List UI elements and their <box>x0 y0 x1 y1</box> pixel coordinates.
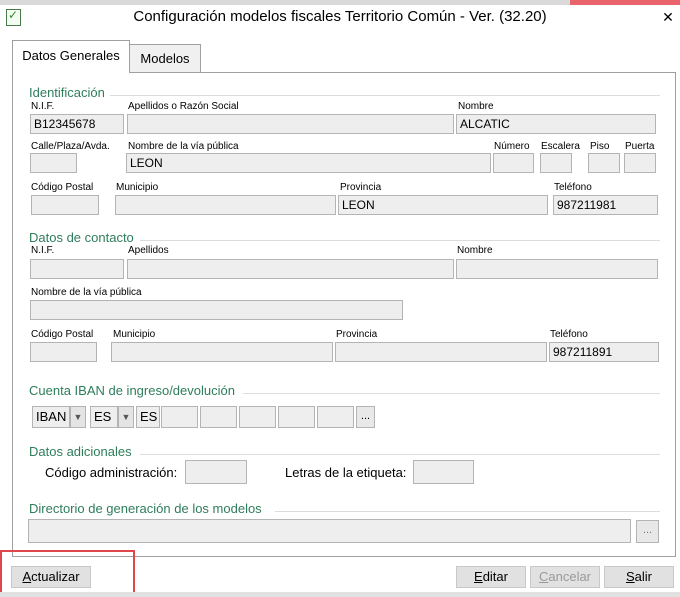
divider <box>140 454 660 455</box>
section-iban: Cuenta IBAN de ingreso/devolución <box>29 383 235 398</box>
codigo-admin-label: Código administración: <box>45 465 178 480</box>
nif-field[interactable]: B12345678 <box>30 114 124 134</box>
cp-field[interactable] <box>31 195 99 215</box>
section-contacto: Datos de contacto <box>29 230 134 245</box>
section-directorio: Directorio de generación de los modelos <box>29 501 262 516</box>
piso-label: Piso <box>590 141 610 152</box>
divider <box>243 393 660 394</box>
municipio-label: Municipio <box>116 182 159 193</box>
iban-country-dropdown-icon[interactable]: ▼ <box>118 406 134 428</box>
contacto-provincia-field[interactable] <box>335 342 547 362</box>
iban-more-button[interactable]: ... <box>356 406 375 428</box>
nif-label: N.I.F. <box>31 101 55 112</box>
escalera-label: Escalera <box>541 141 580 152</box>
telefono-field[interactable]: 987211981 <box>553 195 658 215</box>
directorio-field[interactable] <box>28 519 631 543</box>
municipio-field[interactable] <box>115 195 336 215</box>
bottom-strip <box>0 592 680 597</box>
piso-field[interactable] <box>588 153 620 173</box>
section-identificacion: Identificación <box>29 85 105 100</box>
numero-field[interactable] <box>493 153 534 173</box>
tab-modelos[interactable]: Modelos <box>129 44 201 73</box>
provincia-field[interactable]: LEON <box>338 195 548 215</box>
salir-mnemonic: S <box>625 569 635 584</box>
divider <box>275 511 660 512</box>
contacto-apellidos-field[interactable] <box>127 259 454 279</box>
iban-block-1[interactable] <box>161 406 198 428</box>
nombre-label: Nombre <box>458 101 494 112</box>
editar-button[interactable]: Editar <box>456 566 526 588</box>
directorio-browse-button[interactable]: ... <box>636 520 659 543</box>
contacto-municipio-label: Municipio <box>113 329 156 340</box>
tab-datos-generales[interactable]: Datos Generales <box>12 40 130 73</box>
divider <box>110 95 660 96</box>
apellidos-field[interactable] <box>127 114 454 134</box>
cancelar-label: ancelar <box>548 569 592 584</box>
contacto-provincia-label: Provincia <box>336 329 378 340</box>
title-bar: Configuración modelos fiscales Territori… <box>0 5 680 30</box>
section-adicionales: Datos adicionales <box>29 444 132 459</box>
calle-field[interactable] <box>30 153 77 173</box>
via-field[interactable]: LEON <box>126 153 491 173</box>
contacto-cp-label: Código Postal <box>31 329 94 340</box>
salir-label: alir <box>634 569 652 584</box>
cancelar-button[interactable]: Cancelar <box>530 566 600 588</box>
contacto-via-label: Nombre de la vía pública <box>31 287 142 298</box>
contacto-municipio-field[interactable] <box>111 342 333 362</box>
cp-label: Código Postal <box>31 182 94 193</box>
escalera-field[interactable] <box>540 153 572 173</box>
editar-mnemonic: E <box>474 569 483 584</box>
puerta-field[interactable] <box>624 153 656 173</box>
divider <box>140 240 660 241</box>
letras-etiqueta-field[interactable] <box>413 460 474 484</box>
contacto-telefono-label: Teléfono <box>550 329 588 340</box>
contacto-via-field[interactable] <box>30 300 403 320</box>
telefono-label: Teléfono <box>554 182 592 193</box>
calle-label: Calle/Plaza/Avda. <box>31 141 110 152</box>
cancelar-mnemonic: C <box>538 569 549 584</box>
editar-label: ditar <box>482 569 508 584</box>
iban-block-4[interactable] <box>278 406 315 428</box>
close-icon[interactable]: ✕ <box>660 8 676 26</box>
iban-block-3[interactable] <box>239 406 276 428</box>
puerta-label: Puerta <box>625 141 655 152</box>
iban-prefix-field[interactable]: IBAN <box>32 406 70 428</box>
contacto-cp-field[interactable] <box>30 342 97 362</box>
iban-prefix-dropdown-icon[interactable]: ▼ <box>70 406 86 428</box>
iban-block-2[interactable] <box>200 406 237 428</box>
letras-etiqueta-label: Letras de la etiqueta: <box>285 465 407 480</box>
salir-button[interactable]: Salir <box>604 566 674 588</box>
nombre-field[interactable]: ALCATIC <box>456 114 656 134</box>
via-label: Nombre de la vía pública <box>128 141 239 152</box>
contacto-telefono-field[interactable]: 987211891 <box>549 342 659 362</box>
apellidos-label: Apellidos o Razón Social <box>128 101 239 112</box>
contacto-apellidos-label: Apellidos <box>128 245 169 256</box>
iban-block-5[interactable] <box>317 406 354 428</box>
window-title: Configuración modelos fiscales Territori… <box>133 8 547 25</box>
iban-country-field[interactable]: ES <box>90 406 118 428</box>
contacto-nif-field[interactable] <box>30 259 124 279</box>
codigo-admin-field[interactable] <box>185 460 247 484</box>
iban-country-code[interactable]: ES <box>136 406 160 428</box>
contacto-nombre-field[interactable] <box>456 259 658 279</box>
provincia-label: Provincia <box>340 182 382 193</box>
contacto-nif-label: N.I.F. <box>31 245 55 256</box>
numero-label: Número <box>494 141 530 152</box>
contacto-nombre-label: Nombre <box>457 245 493 256</box>
highlight-box <box>0 550 135 594</box>
